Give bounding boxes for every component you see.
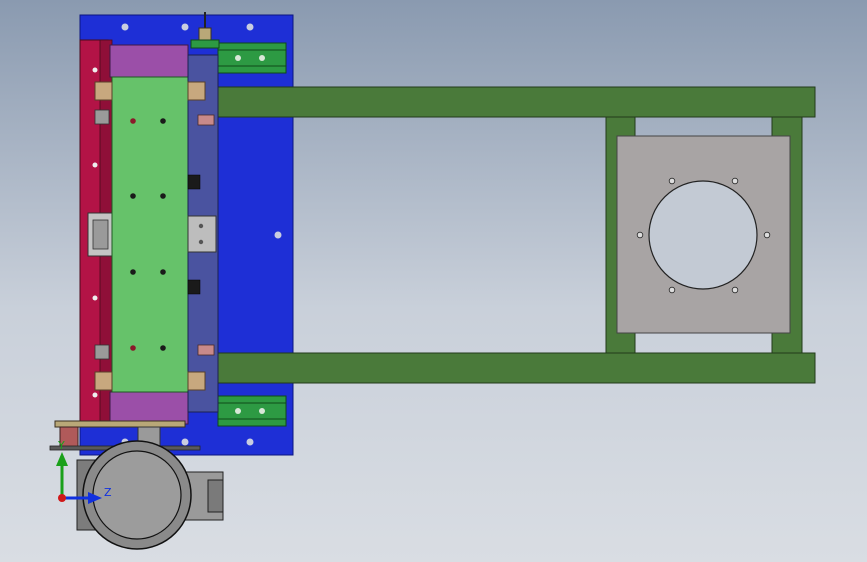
mount-bolt-hole	[763, 231, 771, 239]
cad-viewport[interactable]: Y Z	[0, 0, 867, 562]
mount-bolt-hole	[731, 177, 739, 185]
mount-bolt-hole	[636, 231, 644, 239]
motor	[76, 440, 224, 550]
base-plate-hole	[181, 23, 189, 31]
slate-bar	[187, 54, 219, 413]
guide-rail-top	[217, 42, 287, 74]
base-plate-hole	[181, 438, 189, 446]
base-plate-hole	[274, 231, 282, 239]
purple-block-top	[109, 44, 189, 78]
mount-bore	[648, 180, 758, 290]
base-plate-hole	[246, 23, 254, 31]
center-block	[111, 76, 189, 393]
base-plate-hole	[121, 23, 129, 31]
base-plate-hole	[246, 438, 254, 446]
z-axis-label: Z	[104, 486, 112, 499]
mount-bolt-hole	[668, 177, 676, 185]
guide-rail-bottom	[217, 395, 287, 427]
y-axis-label: Y	[57, 439, 65, 452]
purple-block-bottom	[109, 391, 189, 425]
triad-origin	[58, 494, 66, 502]
frame-top-rail	[209, 86, 816, 118]
frame-bottom-rail	[209, 352, 816, 384]
motor-mount-plate	[616, 135, 791, 334]
mount-bolt-hole	[668, 286, 676, 294]
mount-bolt-hole	[731, 286, 739, 294]
slate-bracket	[187, 215, 217, 253]
y-axis-arrow	[56, 452, 68, 466]
